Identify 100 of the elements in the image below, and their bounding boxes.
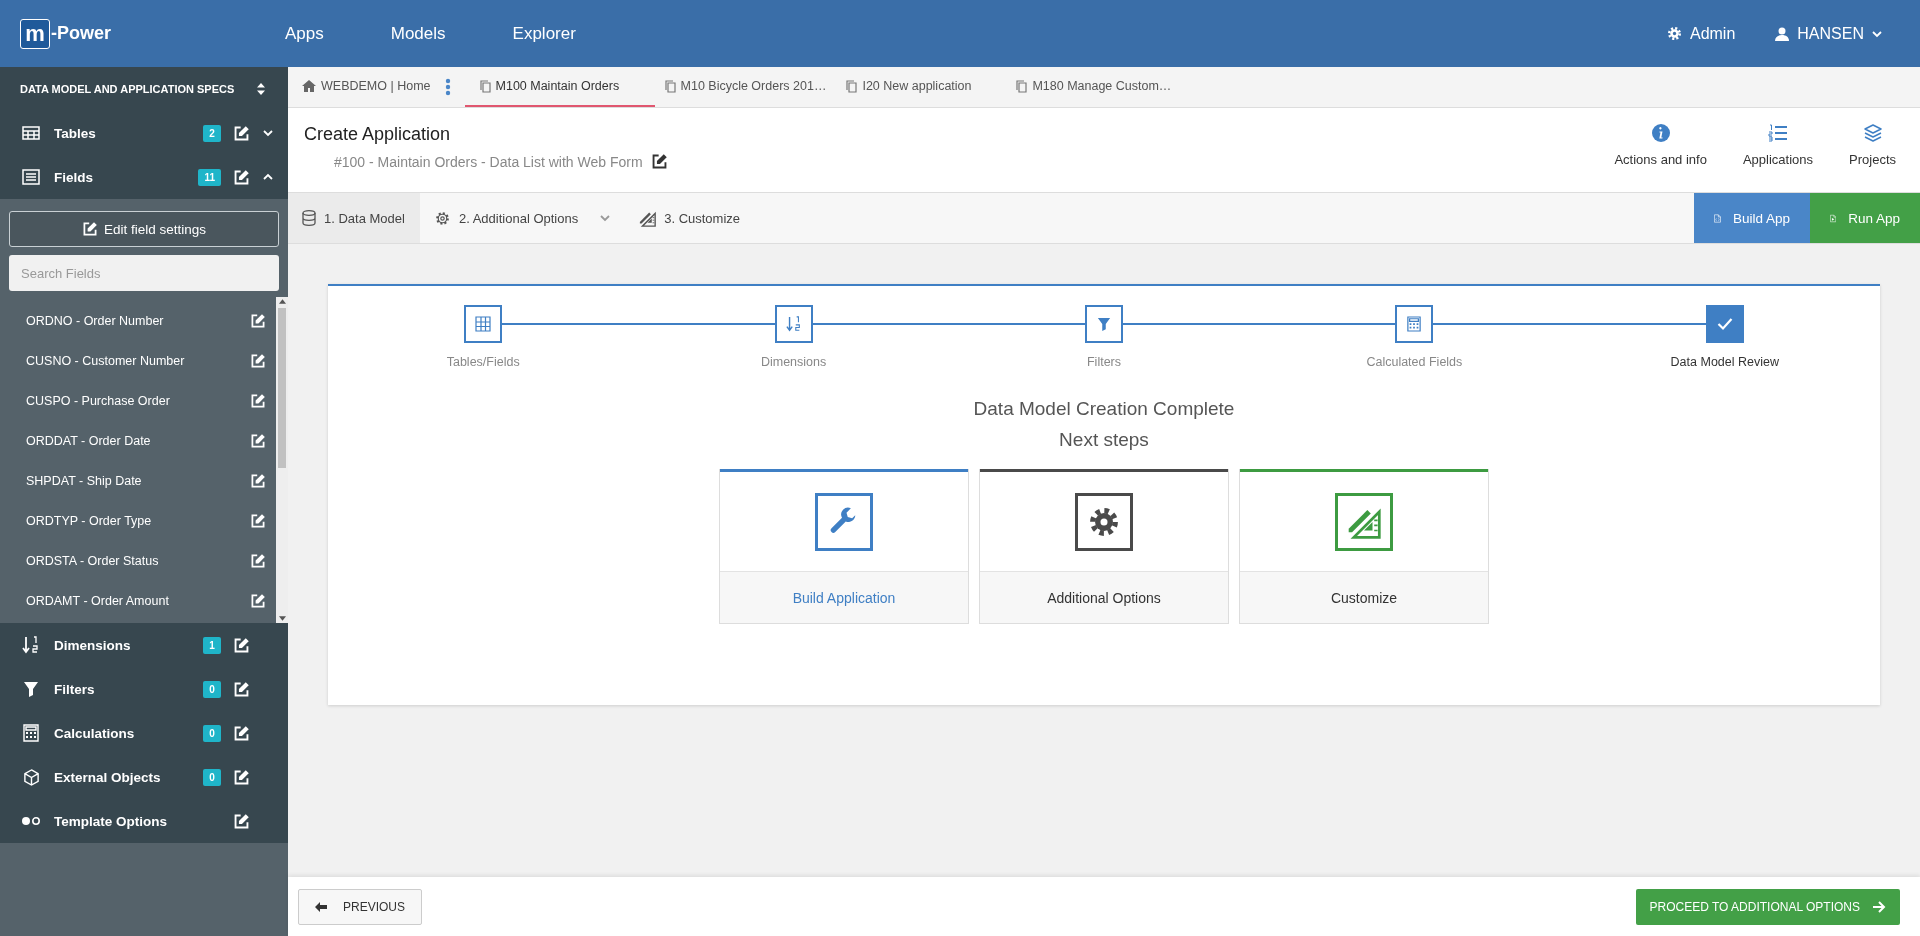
field-label: ORDTYP - Order Type <box>26 514 152 528</box>
count-badge: 0 <box>203 768 221 786</box>
next-step-card[interactable]: Build Application <box>719 469 969 624</box>
edit-field-settings-button[interactable]: Edit field settings <box>9 211 279 247</box>
field-label: SHPDAT - Ship Date <box>26 474 142 488</box>
edit-icon <box>233 168 250 186</box>
field-label: CUSPO - Purchase Order <box>26 394 170 408</box>
section-label: Template Options <box>54 813 168 829</box>
sidebar-title: DATA MODEL AND APPLICATION SPECS <box>20 83 235 95</box>
sort-numeric-icon <box>22 636 40 654</box>
edit-icon <box>250 353 266 369</box>
nav-link[interactable]: Models <box>390 15 446 52</box>
edit-icon <box>233 124 250 142</box>
scrollbar[interactable] <box>276 297 288 623</box>
toolbar-button[interactable]: Applications <box>1738 124 1818 192</box>
page-title: Create Application <box>304 124 452 145</box>
field-label: ORDDAT - Order Date <box>26 434 151 448</box>
card-label: Build Application <box>720 571 968 623</box>
section-label: Calculations <box>54 725 136 741</box>
user-menu[interactable]: HANSEN <box>1775 20 1882 47</box>
step-label: Tables/Fields <box>446 355 520 369</box>
admin-menu[interactable]: Admin <box>1666 20 1736 47</box>
user-icon <box>1775 26 1790 41</box>
field-label: ORDNO - Order Number <box>26 314 164 328</box>
build-app-button[interactable]: Build App <box>1694 193 1810 243</box>
field-item[interactable]: ORDNO - Order Number <box>0 301 276 341</box>
edit-icon <box>233 680 250 698</box>
next-step-card[interactable]: Customize <box>1239 469 1489 624</box>
copy-icon <box>479 79 491 93</box>
field-item[interactable]: ORDDAT - Order Date <box>0 421 276 461</box>
sidebar-section[interactable]: Fields 11 <box>0 155 288 199</box>
tab[interactable]: I20 New application <box>836 67 1007 107</box>
form-icon <box>22 169 40 185</box>
copy-icon <box>664 79 676 93</box>
page-subtitle: #100 - Maintain Orders - Data List with Web Form <box>334 153 643 170</box>
field-item[interactable]: ORDTYP - Order Type <box>0 501 276 541</box>
chevron-up-icon <box>263 173 273 181</box>
next-step-card[interactable]: Additional Options <box>979 469 1229 624</box>
filter-icon <box>23 681 39 697</box>
field-item[interactable]: ORDSTA - Order Status <box>0 541 276 581</box>
tab[interactable]: WEBDEMO | Home <box>300 67 441 107</box>
arrow-left-icon <box>315 901 327 912</box>
step-label: Filters <box>1086 355 1121 369</box>
edit-icon <box>250 473 266 489</box>
chevron-down-icon <box>600 214 611 222</box>
gear-icon <box>1666 26 1682 41</box>
nav-link[interactable]: Apps <box>285 15 324 52</box>
step-tab[interactable]: 2. Additional Options <box>419 193 626 243</box>
search-field[interactable]: Search Fields <box>9 255 279 291</box>
step-node[interactable] <box>1085 305 1123 343</box>
edit-icon <box>233 636 250 654</box>
info-icon <box>1651 124 1670 142</box>
field-label: CUSNO - Customer Number <box>26 354 185 368</box>
edit-icon <box>250 313 266 329</box>
gear-icon <box>433 209 451 227</box>
section-label: Filters <box>54 681 96 697</box>
sidebar-section[interactable]: Tables 2 <box>0 111 288 155</box>
step-node[interactable] <box>1395 305 1434 343</box>
copy-icon <box>1016 79 1028 93</box>
section-label: External Objects <box>54 769 162 785</box>
edit-icon <box>250 393 266 409</box>
completion-subtitle: Next steps <box>1058 428 1150 452</box>
ruler-pencil-icon <box>639 209 657 227</box>
completion-title: Data Model Creation Complete <box>972 397 1236 421</box>
edit-icon <box>81 221 98 237</box>
chevron-down-icon <box>1872 29 1882 38</box>
numbered-list-icon <box>1767 124 1788 142</box>
field-label: ORDAMT - Order Amount <box>26 594 169 608</box>
tab[interactable]: M10 Bicycle Orders 201… <box>654 67 837 107</box>
arrow-right-icon <box>1872 900 1886 913</box>
card-label: Customize <box>1240 571 1488 623</box>
copy-icon <box>846 79 858 93</box>
edit-icon <box>233 812 250 830</box>
step-tab[interactable]: 1. Data Model <box>288 193 420 243</box>
edit-icon <box>250 593 266 609</box>
previous-button[interactable]: PREVIOUS <box>298 888 422 925</box>
field-label: ORDSTA - Order Status <box>26 554 159 568</box>
section-label: Fields <box>54 169 94 185</box>
step-node[interactable] <box>1705 305 1744 343</box>
step-label: Data Model Review <box>1670 355 1779 369</box>
nav-link[interactable]: Explorer <box>512 15 576 52</box>
field-item[interactable]: ORDAMT - Order Amount <box>0 581 276 621</box>
field-item[interactable]: CUSNO - Customer Number <box>0 341 276 381</box>
toolbar-button[interactable]: Actions and info <box>1610 124 1711 192</box>
step-node[interactable] <box>774 305 813 343</box>
database-icon <box>302 210 316 226</box>
sort-icon <box>256 82 266 96</box>
calculator-icon <box>1407 316 1422 332</box>
field-item[interactable]: SHPDAT - Ship Date <box>0 461 276 501</box>
count-badge: 0 <box>203 680 221 698</box>
gear-icon <box>1088 505 1120 538</box>
table-icon <box>22 126 40 140</box>
toolbar-button[interactable]: Projects <box>1845 124 1900 192</box>
section-label: Dimensions <box>54 637 132 653</box>
tab[interactable]: M180 Manage Custom… <box>1006 67 1182 107</box>
count-badge: 2 <box>203 124 221 142</box>
field-item[interactable]: CUSPO - Purchase Order <box>0 381 276 421</box>
step-node[interactable] <box>464 305 503 343</box>
step-tab[interactable]: 3. Customize <box>625 193 756 243</box>
section-label: Tables <box>54 125 97 141</box>
